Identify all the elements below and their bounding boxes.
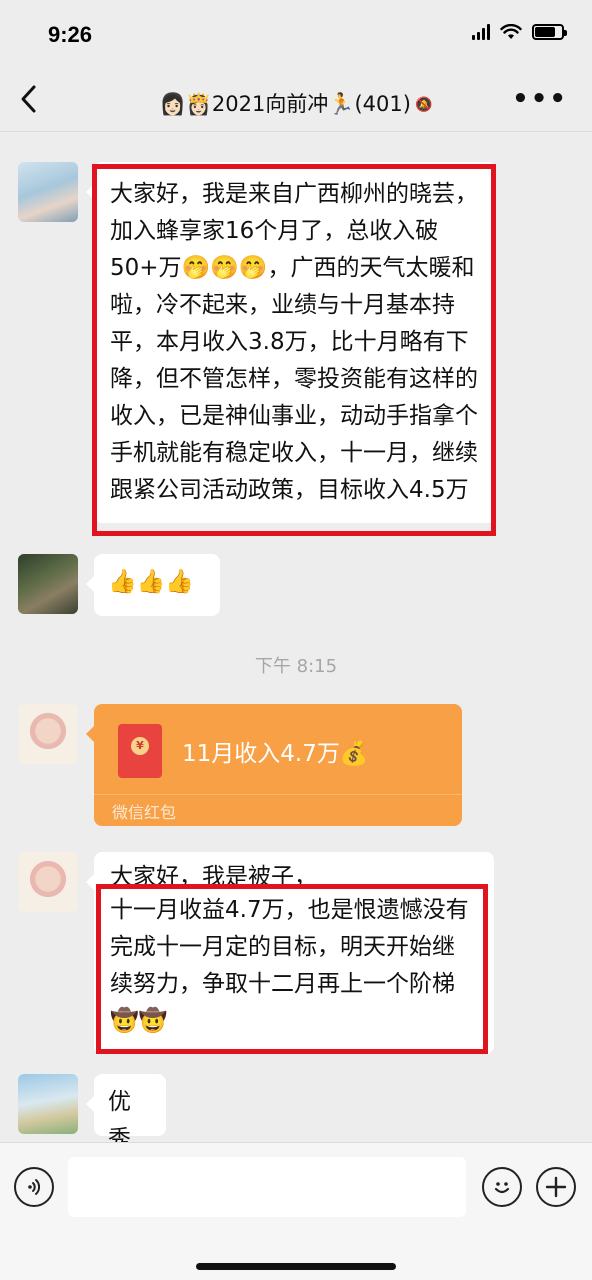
red-packet-footer: 微信红包 bbox=[94, 794, 462, 826]
red-packet-message[interactable]: ¥ 11月收入4.7万💰 微信红包 bbox=[86, 704, 462, 826]
signal-icon bbox=[472, 24, 490, 40]
plus-button[interactable] bbox=[536, 1167, 576, 1207]
status-icons bbox=[472, 24, 567, 40]
message-text: 十一月收益4.7万，也是恨遗憾没有完成十一月定的目标，明天开始继续努力，争取十二… bbox=[110, 897, 469, 1034]
red-packet-title: 11月收入4.7万💰 bbox=[182, 741, 369, 767]
plus-icon bbox=[545, 1176, 567, 1198]
message-input[interactable] bbox=[68, 1157, 466, 1217]
message-bubble[interactable]: 大家好，我是被子， 十一月收益4.7万，也是恨遗憾没有完成十一月定的目标，明天开… bbox=[86, 852, 494, 1054]
message-bubble[interactable]: 👍👍👍 bbox=[86, 554, 220, 616]
emoji-button[interactable] bbox=[482, 1167, 522, 1207]
chat-header: 👩🏻👸🏻2021向前冲🏃(401) 🔕 ••• bbox=[0, 70, 592, 132]
voice-button[interactable] bbox=[14, 1167, 54, 1207]
message-bubble[interactable]: 大家好，我是来自广西柳州的晓芸，加入蜂享家16个月了，总收入破50+万🤭🤭🤭，广… bbox=[86, 162, 496, 523]
status-bar: 9:26 bbox=[0, 0, 592, 70]
status-time: 9:26 bbox=[48, 22, 93, 47]
voice-icon bbox=[28, 1179, 41, 1195]
message-text: 大家好，我是来自广西柳州的晓芸，加入蜂享家16个月了，总收入破50+万🤭🤭🤭，广… bbox=[110, 181, 478, 503]
avatar[interactable] bbox=[18, 162, 78, 222]
emoji-icon bbox=[494, 1182, 510, 1194]
avatar[interactable] bbox=[18, 852, 78, 912]
home-indicator bbox=[196, 1263, 396, 1270]
message-bubble[interactable]: 优秀 bbox=[86, 1074, 166, 1142]
message-text: 优秀 bbox=[108, 1089, 131, 1142]
message-text: 👍👍👍 bbox=[108, 569, 194, 595]
battery-icon bbox=[532, 24, 567, 40]
wifi-icon bbox=[500, 24, 522, 39]
time-divider: 下午 8:15 bbox=[254, 656, 338, 677]
avatar[interactable] bbox=[18, 704, 78, 764]
message-text-line: 大家好，我是被子， bbox=[110, 864, 317, 890]
avatar[interactable] bbox=[18, 554, 78, 614]
avatar[interactable] bbox=[18, 1074, 78, 1134]
group-name: 👩🏻👸🏻2021向前冲🏃(401) bbox=[159, 92, 411, 116]
chat-title: 👩🏻👸🏻2021向前冲🏃(401) 🔕 bbox=[0, 88, 592, 118]
input-bar bbox=[0, 1142, 592, 1280]
mute-icon: 🔕 bbox=[414, 97, 433, 113]
red-envelope-icon: ¥ bbox=[118, 724, 162, 778]
red-packet-label: 微信红包 bbox=[112, 803, 177, 822]
more-button[interactable]: ••• bbox=[512, 86, 568, 112]
chat-area[interactable]: 大家好，我是来自广西柳州的晓芸，加入蜂享家16个月了，总收入破50+万🤭🤭🤭，广… bbox=[0, 132, 592, 1142]
